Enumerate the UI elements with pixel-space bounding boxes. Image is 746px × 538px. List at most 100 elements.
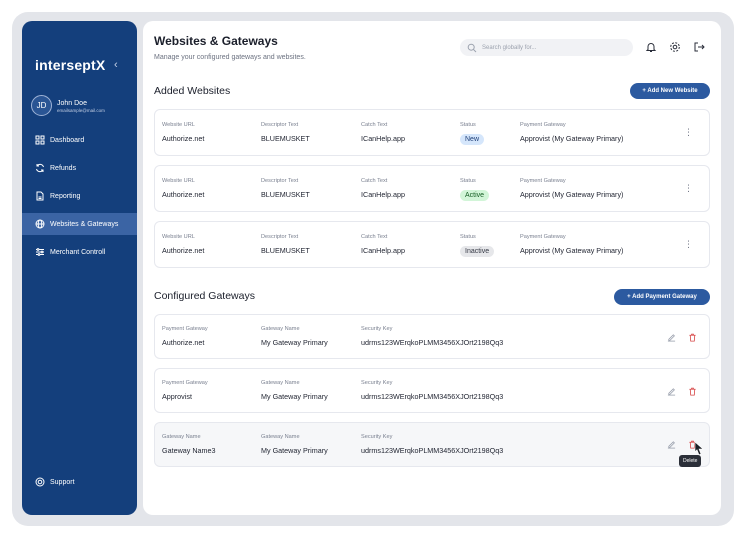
support-label: Support	[50, 478, 75, 486]
status-badge: Active	[460, 190, 490, 201]
sidebar-item-websites-gateways[interactable]: Websites & Gateways	[22, 213, 137, 235]
sidebar-item-label: Refunds	[50, 164, 77, 172]
refresh-icon	[36, 163, 44, 173]
website-url: Authorize.net	[162, 190, 205, 199]
payment-gateway: Approvist (My Gateway Primary)	[520, 134, 624, 143]
website-url-label: Website URL	[162, 178, 195, 184]
gateway-field-label: Payment Gateway	[162, 380, 208, 386]
descriptor-label: Descriptor Text	[261, 122, 299, 128]
brand-logo: interseptX	[35, 57, 106, 73]
page-title: Websites & Gateways	[154, 34, 278, 48]
more-options-icon[interactable]: ⋮	[684, 127, 693, 138]
payment-gateway: Approvist (My Gateway Primary)	[520, 190, 624, 199]
user-email: emailsample@mail.com	[57, 107, 105, 113]
gateway-name: My Gateway Primary	[261, 446, 328, 455]
sidebar-item-refunds[interactable]: Refunds	[22, 157, 137, 179]
edit-icon[interactable]	[667, 440, 676, 449]
gateway-card: Payment Gateway Approvist Gateway Name My …	[154, 368, 710, 413]
edit-icon[interactable]	[667, 333, 676, 342]
catch-text: ICanHelp.app	[361, 134, 405, 143]
sidebar-item-reporting[interactable]: Reporting	[22, 185, 137, 207]
add-payment-gateway-button[interactable]: + Add Payment Gateway	[614, 289, 710, 305]
edit-icon[interactable]	[667, 387, 676, 396]
catch-label: Catch Text	[361, 122, 388, 128]
more-options-icon[interactable]: ⋮	[684, 183, 693, 194]
website-url-label: Website URL	[162, 122, 195, 128]
website-url-label: Website URL	[162, 234, 195, 240]
gateway-label: Payment Gateway	[520, 122, 566, 128]
bell-icon[interactable]	[645, 41, 657, 53]
security-key: udrms123WErqkoPLMM3456XJOrt2198Qq3	[361, 392, 504, 401]
status-badge: Inactive	[460, 246, 495, 257]
gateway-field-value: Gateway Name3	[162, 446, 216, 455]
website-card: Website URL Authorize.net Descriptor Text…	[154, 109, 710, 156]
gear-icon[interactable]	[669, 41, 681, 53]
sidebar-item-label: Merchant Controll	[50, 248, 106, 256]
more-options-icon[interactable]: ⋮	[684, 239, 693, 250]
security-key-label: Security Key	[361, 326, 393, 332]
search-placeholder: Search globally for...	[482, 44, 537, 51]
security-key-label: Security Key	[361, 434, 393, 440]
add-website-button[interactable]: + Add New Website	[630, 83, 710, 99]
sidebar-item-dashboard[interactable]: Dashboard	[22, 129, 137, 151]
sidebar-item-label: Websites & Gateways	[50, 220, 119, 228]
descriptor-label: Descriptor Text	[261, 234, 299, 240]
gateway-field-value: Approvist	[162, 392, 192, 401]
website-card: Website URL Authorize.net Descriptor Text…	[154, 165, 710, 212]
security-key: udrms123WErqkoPLMM3456XJOrt2198Qq3	[361, 446, 504, 455]
gateway-name: My Gateway Primary	[261, 392, 328, 401]
search-input[interactable]: Search globally for...	[460, 39, 633, 56]
document-icon	[36, 191, 44, 201]
security-key-label: Security Key	[361, 380, 393, 386]
support-link[interactable]: Support	[35, 477, 75, 487]
descriptor-label: Descriptor Text	[261, 178, 299, 184]
gateway-name-label: Gateway Name	[261, 380, 300, 386]
status-label: Status	[460, 234, 476, 240]
globe-icon	[35, 219, 45, 229]
catch-label: Catch Text	[361, 178, 388, 184]
gateway-name-label: Gateway Name	[261, 326, 300, 332]
catch-text: ICanHelp.app	[361, 246, 405, 255]
descriptor-text: BLUEMUSKET	[261, 134, 310, 143]
support-icon	[35, 477, 45, 487]
security-key: udrms123WErqkoPLMM3456XJOrt2198Qq3	[361, 338, 504, 347]
website-url: Authorize.net	[162, 134, 205, 143]
payment-gateway: Approvist (My Gateway Primary)	[520, 246, 624, 255]
grid-icon	[35, 135, 45, 145]
gateway-card: Payment Gateway Authorize.net Gateway Nam…	[154, 314, 710, 359]
user-profile[interactable]: JD John Doe emailsample@mail.com	[31, 95, 105, 116]
gateways-section-title: Configured Gateways	[154, 290, 255, 302]
sidebar: interseptX ‹ JD John Doe emailsample@mai…	[22, 21, 137, 515]
gateway-field-label: Payment Gateway	[162, 326, 208, 332]
sidebar-item-merchant-controll[interactable]: Merchant Controll	[22, 241, 137, 263]
collapse-sidebar-icon[interactable]: ‹	[114, 59, 118, 71]
gateway-label: Payment Gateway	[520, 178, 566, 184]
website-url: Authorize.net	[162, 246, 205, 255]
websites-section-title: Added Websites	[154, 85, 231, 97]
gateway-field-value: Authorize.net	[162, 338, 205, 347]
descriptor-text: BLUEMUSKET	[261, 190, 310, 199]
avatar: JD	[31, 95, 52, 116]
user-name: John Doe	[57, 99, 87, 107]
catch-text: ICanHelp.app	[361, 190, 405, 199]
trash-icon[interactable]	[688, 333, 697, 342]
trash-icon[interactable]	[688, 387, 697, 396]
gateway-name: My Gateway Primary	[261, 338, 328, 347]
mouse-cursor-icon	[694, 441, 704, 455]
gateway-card: Gateway Name Gateway Name3 Gateway Name My…	[154, 422, 710, 467]
search-icon	[467, 43, 477, 52]
gateway-name-label: Gateway Name	[261, 434, 300, 440]
delete-tooltip: Delete	[679, 455, 702, 467]
status-badge: New	[460, 134, 485, 145]
status-label: Status	[460, 178, 476, 184]
sidebar-item-label: Reporting	[50, 192, 81, 200]
gateway-label: Payment Gateway	[520, 234, 566, 240]
sliders-icon	[36, 248, 44, 256]
main-content: Websites & Gateways Manage your configur…	[143, 21, 721, 515]
sidebar-nav: Dashboard Refunds Reporting Websites & G…	[22, 129, 137, 269]
status-label: Status	[460, 122, 476, 128]
page-subtitle: Manage your configured gateways and webs…	[154, 54, 306, 61]
sidebar-item-label: Dashboard	[50, 136, 85, 144]
gateway-field-label: Gateway Name	[162, 434, 201, 440]
logout-icon[interactable]	[693, 41, 705, 53]
